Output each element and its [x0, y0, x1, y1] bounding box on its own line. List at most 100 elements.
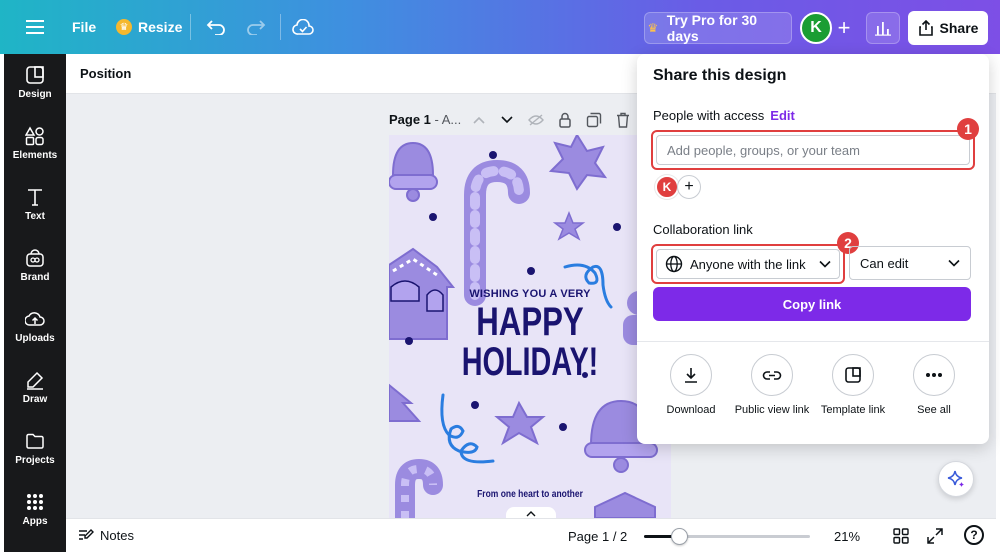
- cloud-save-icon[interactable]: [292, 0, 314, 54]
- option-label: See all: [917, 404, 951, 416]
- uploads-icon: [25, 311, 45, 326]
- notes-icon: [79, 528, 94, 540]
- magic-assistant-button[interactable]: [938, 461, 974, 497]
- page-count[interactable]: Page 1 / 2: [568, 529, 627, 544]
- redo-icon[interactable]: [246, 0, 266, 54]
- permission-dropdown[interactable]: Can edit: [849, 246, 971, 280]
- apps-icon: [27, 493, 43, 510]
- page-name: - A...: [430, 112, 462, 127]
- page-title[interactable]: Page 1 - A...: [389, 112, 461, 127]
- brand-icon: [26, 248, 44, 267]
- greeting-footer[interactable]: From one heart to another: [410, 489, 650, 500]
- globe-icon: [665, 255, 683, 273]
- public-view-link-option[interactable]: Public view link: [732, 354, 812, 417]
- member-avatar[interactable]: K: [655, 175, 679, 199]
- projects-icon: [26, 433, 44, 449]
- copy-link-button[interactable]: Copy link: [653, 287, 971, 321]
- option-label: Public view link: [734, 404, 810, 416]
- link-access-dropdown[interactable]: Anyone with the link: [656, 249, 840, 279]
- people-access-label: People with access Edit: [653, 108, 795, 123]
- duplicate-page-icon[interactable]: [586, 112, 602, 128]
- chevron-up-icon[interactable]: [472, 115, 486, 125]
- divider: [280, 14, 281, 40]
- sidebar-item-label: Projects: [15, 454, 55, 466]
- greeting-subtitle[interactable]: WISHING YOU A VERY: [389, 288, 671, 300]
- zoom-slider-handle[interactable]: [671, 528, 688, 545]
- sidebar-item-label: Text: [25, 210, 45, 222]
- avatar[interactable]: K: [800, 12, 832, 44]
- elements-icon: [25, 125, 44, 145]
- sidebar-item-label: Brand: [20, 271, 50, 283]
- position-button[interactable]: Position: [80, 66, 131, 81]
- insights-button[interactable]: [866, 12, 900, 44]
- crown-icon: ♛: [116, 19, 132, 35]
- page-toolbar: [468, 108, 630, 132]
- bar-chart-icon: [875, 22, 891, 36]
- sidebar-item-label: Apps: [22, 515, 48, 527]
- try-pro-button[interactable]: ♛ Try Pro for 30 days: [644, 12, 792, 44]
- option-label: Template link: [820, 404, 886, 416]
- chevron-up-icon: [526, 511, 536, 517]
- design-page[interactable]: WISHING YOU A VERY HAPPY HOLIDAY! From o…: [389, 135, 671, 518]
- sidebar-item-text[interactable]: Text: [4, 176, 66, 232]
- highlight-box-2: Anyone with the link: [651, 244, 845, 284]
- fullscreen-icon[interactable]: [926, 527, 944, 545]
- share-label: Share: [939, 20, 979, 36]
- resize-label: Resize: [138, 19, 183, 35]
- undo-icon[interactable]: [206, 0, 226, 54]
- sidebar-item-draw[interactable]: Draw: [4, 359, 66, 415]
- download-option[interactable]: Download: [651, 354, 731, 417]
- sparkle-icon: [947, 470, 964, 487]
- notes-label: Notes: [100, 528, 134, 543]
- share-icon: [918, 20, 933, 36]
- divider: [190, 14, 191, 40]
- design-icon: [26, 65, 44, 84]
- sidebar-item-uploads[interactable]: Uploads: [4, 298, 66, 354]
- highlight-box-1: [651, 130, 975, 170]
- resize-button[interactable]: ♛ Resize: [116, 0, 182, 54]
- left-sidebar: Design Elements Text Brand Uploads Draw …: [4, 54, 66, 552]
- sidebar-item-label: Draw: [22, 393, 48, 405]
- share-button[interactable]: Share: [908, 11, 988, 45]
- sidebar-item-brand[interactable]: Brand: [4, 237, 66, 293]
- zoom-slider[interactable]: [644, 528, 810, 545]
- template-icon: [832, 354, 874, 396]
- share-panel: Share this design People with access Edit…: [637, 54, 989, 444]
- menu-icon[interactable]: [26, 0, 44, 54]
- sidebar-item-design[interactable]: Design: [4, 54, 66, 110]
- help-button[interactable]: ?: [964, 525, 984, 545]
- see-all-option[interactable]: See all: [894, 354, 974, 417]
- delete-page-icon[interactable]: [616, 112, 630, 128]
- grid-view-icon[interactable]: [892, 527, 910, 545]
- link-icon: [751, 354, 793, 396]
- edit-access-link[interactable]: Edit: [770, 108, 795, 123]
- add-people-input[interactable]: [656, 135, 970, 165]
- option-label: Download: [666, 404, 716, 416]
- add-collaborator-icon[interactable]: +: [832, 15, 856, 40]
- collaboration-link-label: Collaboration link: [653, 222, 753, 237]
- sidebar-item-label: Design: [18, 88, 52, 100]
- greeting-happy[interactable]: HAPPY: [420, 301, 640, 343]
- zoom-level[interactable]: 21%: [834, 529, 860, 544]
- more-icon: [913, 354, 955, 396]
- permission-value: Can edit: [860, 255, 909, 271]
- template-link-option[interactable]: Template link: [813, 354, 893, 417]
- add-member-button[interactable]: +: [677, 175, 701, 199]
- lock-icon[interactable]: [558, 112, 572, 128]
- divider: [637, 341, 989, 342]
- avatar-initial: K: [810, 19, 822, 36]
- draw-icon: [27, 371, 44, 390]
- sidebar-item-projects[interactable]: Projects: [4, 420, 66, 476]
- greeting-holiday[interactable]: HOLIDAY!: [428, 341, 631, 383]
- hide-page-icon[interactable]: [528, 114, 544, 126]
- sidebar-item-label: Uploads: [15, 332, 55, 344]
- notes-button[interactable]: Notes: [78, 528, 134, 543]
- download-icon: [670, 354, 712, 396]
- sidebar-item-apps[interactable]: Apps: [4, 481, 66, 537]
- text-icon: [28, 188, 42, 206]
- chevron-down-icon[interactable]: [500, 115, 514, 125]
- chevron-down-icon: [819, 260, 831, 268]
- share-panel-title: Share this design: [653, 67, 787, 84]
- sidebar-item-elements[interactable]: Elements: [4, 115, 66, 171]
- file-menu[interactable]: File: [72, 0, 96, 54]
